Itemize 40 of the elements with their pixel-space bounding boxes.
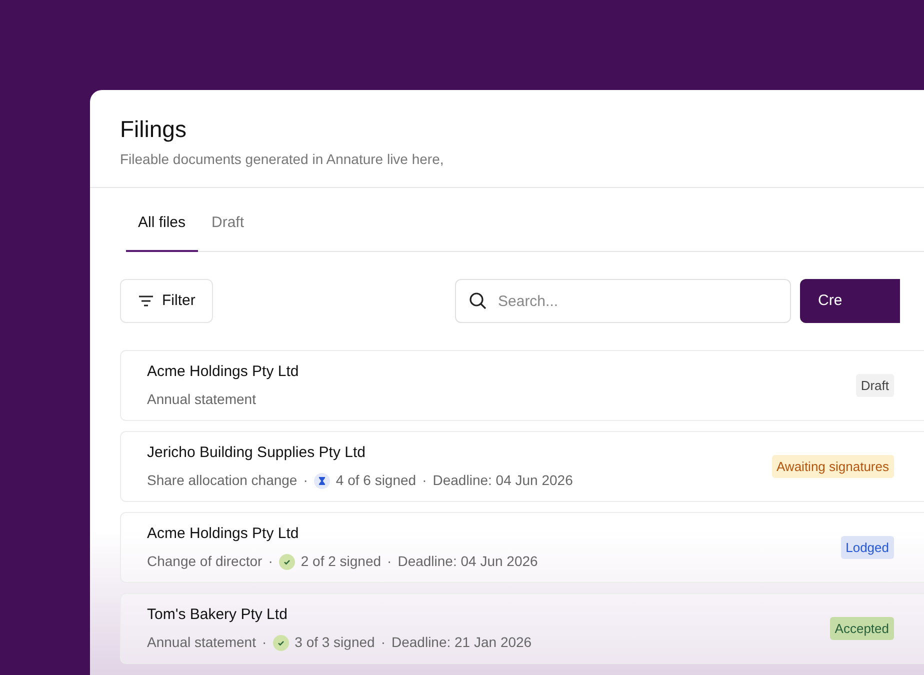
- signature-count: 4 of 6 signed: [336, 471, 416, 490]
- filing-row[interactable]: Tom's Bakery Pty Ltd Annual statement · 3 of 3 signed · Deadline: 21 Jan 2026 Accepted: [120, 593, 924, 664]
- document-type: Share allocation change: [147, 471, 298, 490]
- separator-dot: ·: [387, 552, 392, 572]
- check-icon: [278, 554, 295, 570]
- filing-row[interactable]: Acme Holdings Pty Ltd Annual statement Draft: [120, 350, 924, 421]
- deadline: Deadline: 04 Jun 2026: [432, 471, 573, 490]
- status-badge: Draft: [856, 374, 894, 398]
- status-badge: Lodged: [840, 536, 894, 560]
- deadline: Deadline: 21 Jan 2026: [391, 633, 532, 652]
- hourglass-icon: [314, 472, 330, 489]
- filing-row[interactable]: Jericho Building Supplies Pty Ltd Share allocation change · 4 of 6 signed · Deadline: 04 Jun 2026 Awaiting signatures: [120, 431, 924, 502]
- tab[interactable]: All files: [126, 202, 198, 252]
- separator-dot: ·: [303, 471, 308, 490]
- signature-count: 3 of 3 signed: [294, 633, 375, 652]
- company-name: Tom's Bakery Pty Ltd: [147, 604, 288, 625]
- search-field[interactable]: Search...: [455, 279, 791, 323]
- company-name: Acme Holdings Pty Ltd: [147, 524, 300, 544]
- page-title: Filings: [120, 115, 188, 144]
- separator-dot: ·: [422, 471, 427, 490]
- filing-row[interactable]: Acme Holdings Pty Ltd Change of director · 2 of 2 signed · Deadline: 04 Jun 2026 Lodged: [120, 512, 924, 583]
- page-subtitle: Fileable documents generated in Annature live here,: [120, 150, 445, 169]
- document-type: Annual statement: [147, 390, 256, 410]
- document-type: Annual statement: [147, 633, 256, 652]
- separator-dot: ·: [262, 633, 267, 652]
- check-icon: [272, 634, 289, 651]
- deadline: Deadline: 04 Jun 2026: [398, 552, 538, 572]
- search-icon: [469, 292, 487, 310]
- filter-icon: [138, 295, 154, 307]
- separator-dot: ·: [268, 552, 273, 572]
- separator-dot: ·: [380, 633, 386, 652]
- tab[interactable]: Draft: [198, 202, 258, 251]
- filter-button[interactable]: Filter: [120, 279, 214, 323]
- company-name: Jericho Building Supplies Pty Ltd: [147, 442, 366, 463]
- status-badge: Awaiting signatures: [772, 454, 894, 478]
- company-name: Acme Holdings Pty Ltd: [147, 362, 299, 382]
- document-type: Change of director: [147, 552, 262, 572]
- status-badge: Accepted: [830, 616, 894, 640]
- signature-count: 2 of 2 signed: [300, 552, 382, 572]
- create-button[interactable]: Cre: [800, 279, 900, 323]
